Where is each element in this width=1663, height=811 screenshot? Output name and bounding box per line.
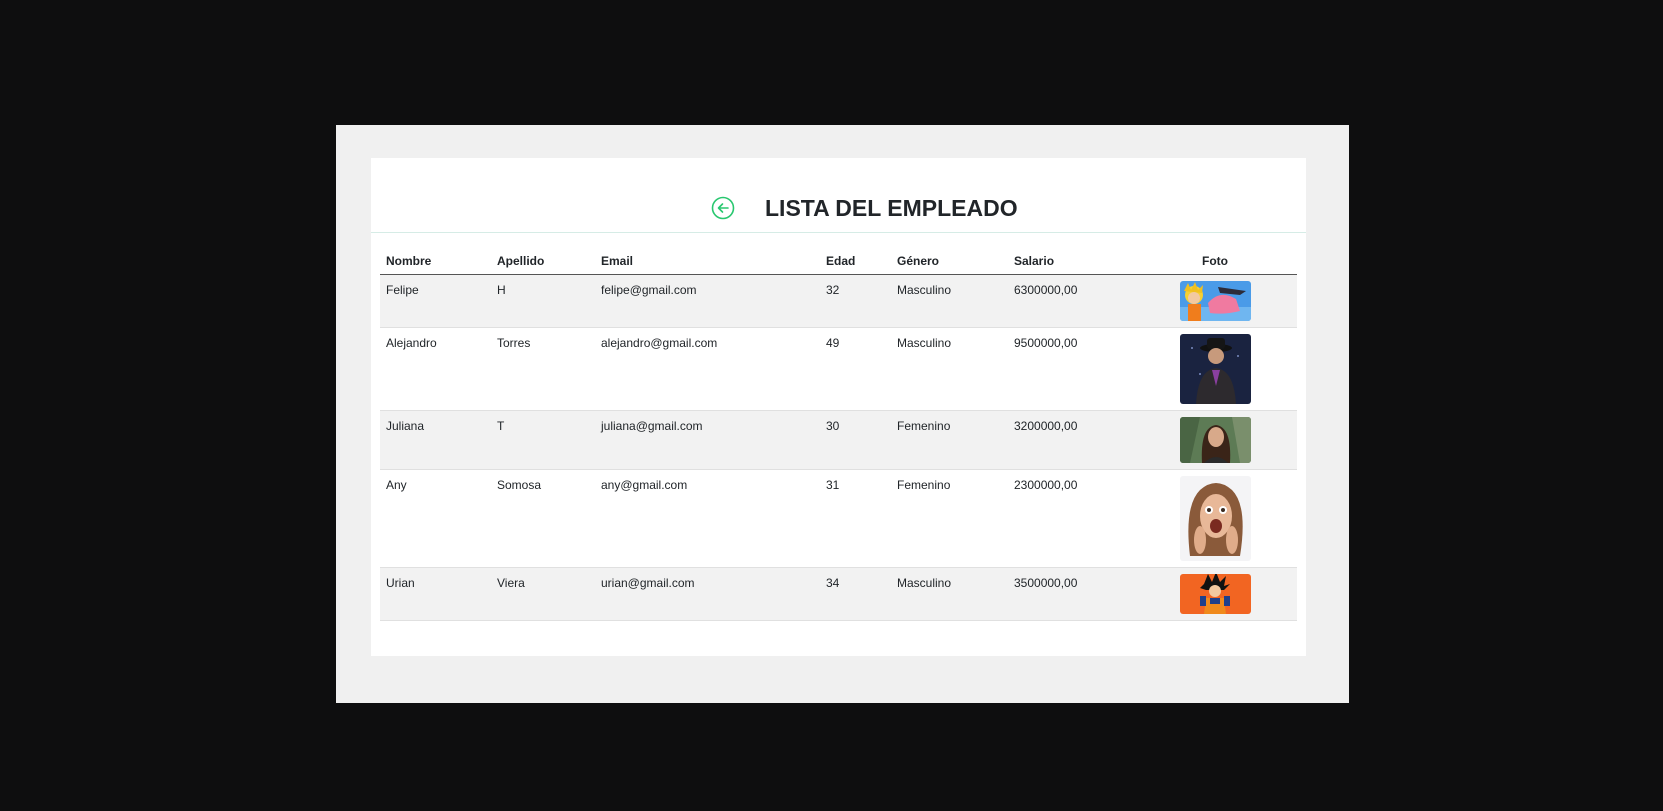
table-row: Juliana T juliana@gmail.com 30 Femenino … <box>380 410 1297 470</box>
cell-genero: Masculino <box>891 327 1008 411</box>
page-title: LISTA DEL EMPLEADO <box>765 195 1018 221</box>
cell-genero: Masculino <box>891 274 1008 328</box>
app-window: LISTA DEL EMPLEADO Nombre Apellido Email… <box>336 125 1349 703</box>
table-row: Urian Viera urian@gmail.com 34 Masculino… <box>380 567 1297 621</box>
anime-fighter-photo <box>1179 574 1251 614</box>
cell-salario: 3500000,00 <box>1008 567 1133 621</box>
cell-nombre: Alejandro <box>380 327 491 411</box>
cell-nombre: Felipe <box>380 274 491 328</box>
column-header-nombre: Nombre <box>380 247 491 275</box>
column-header-genero: Género <box>891 247 1008 275</box>
anime-character-photo <box>1179 281 1251 321</box>
employee-table: Nombre Apellido Email Edad Género Salari… <box>380 247 1297 621</box>
cell-foto <box>1133 327 1297 411</box>
column-header-foto: Foto <box>1133 247 1297 275</box>
cell-salario: 3200000,00 <box>1008 410 1133 470</box>
cell-foto <box>1133 410 1297 470</box>
cell-genero: Masculino <box>891 567 1008 621</box>
cell-foto <box>1133 567 1297 621</box>
cell-edad: 49 <box>820 327 891 411</box>
cell-email: juliana@gmail.com <box>595 410 820 470</box>
arrow-left-circle-icon[interactable] <box>711 196 735 220</box>
cell-email: felipe@gmail.com <box>595 274 820 328</box>
cell-foto <box>1133 274 1297 328</box>
cell-apellido: Torres <box>491 327 595 411</box>
cell-edad: 31 <box>820 469 891 568</box>
cell-apellido: Viera <box>491 567 595 621</box>
table-row: Any Somosa any@gmail.com 31 Femenino 230… <box>380 469 1297 568</box>
cell-apellido: Somosa <box>491 469 595 568</box>
cell-genero: Femenino <box>891 410 1008 470</box>
table-row: Felipe H felipe@gmail.com 32 Masculino 6… <box>380 274 1297 328</box>
cell-email: any@gmail.com <box>595 469 820 568</box>
surprised-woman-photo <box>1179 476 1251 561</box>
employee-list-card: LISTA DEL EMPLEADO Nombre Apellido Email… <box>371 158 1306 656</box>
column-header-email: Email <box>595 247 820 275</box>
column-header-apellido: Apellido <box>491 247 595 275</box>
cell-genero: Femenino <box>891 469 1008 568</box>
column-header-salario: Salario <box>1008 247 1133 275</box>
cell-salario: 9500000,00 <box>1008 327 1133 411</box>
cell-nombre: Juliana <box>380 410 491 470</box>
card-header: LISTA DEL EMPLEADO <box>371 158 1306 233</box>
cell-foto <box>1133 469 1297 568</box>
cell-email: urian@gmail.com <box>595 567 820 621</box>
woman-portrait-photo <box>1179 417 1251 463</box>
cell-nombre: Any <box>380 469 491 568</box>
cell-salario: 2300000,00 <box>1008 469 1133 568</box>
cell-edad: 34 <box>820 567 891 621</box>
column-header-edad: Edad <box>820 247 891 275</box>
cell-nombre: Urian <box>380 567 491 621</box>
cell-apellido: H <box>491 274 595 328</box>
cell-apellido: T <box>491 410 595 470</box>
table-row: Alejandro Torres alejandro@gmail.com 49 … <box>380 327 1297 411</box>
man-in-hat-photo <box>1179 334 1251 404</box>
table-header-row: Nombre Apellido Email Edad Género Salari… <box>380 247 1297 275</box>
cell-edad: 30 <box>820 410 891 470</box>
cell-salario: 6300000,00 <box>1008 274 1133 328</box>
cell-edad: 32 <box>820 274 891 328</box>
cell-email: alejandro@gmail.com <box>595 327 820 411</box>
